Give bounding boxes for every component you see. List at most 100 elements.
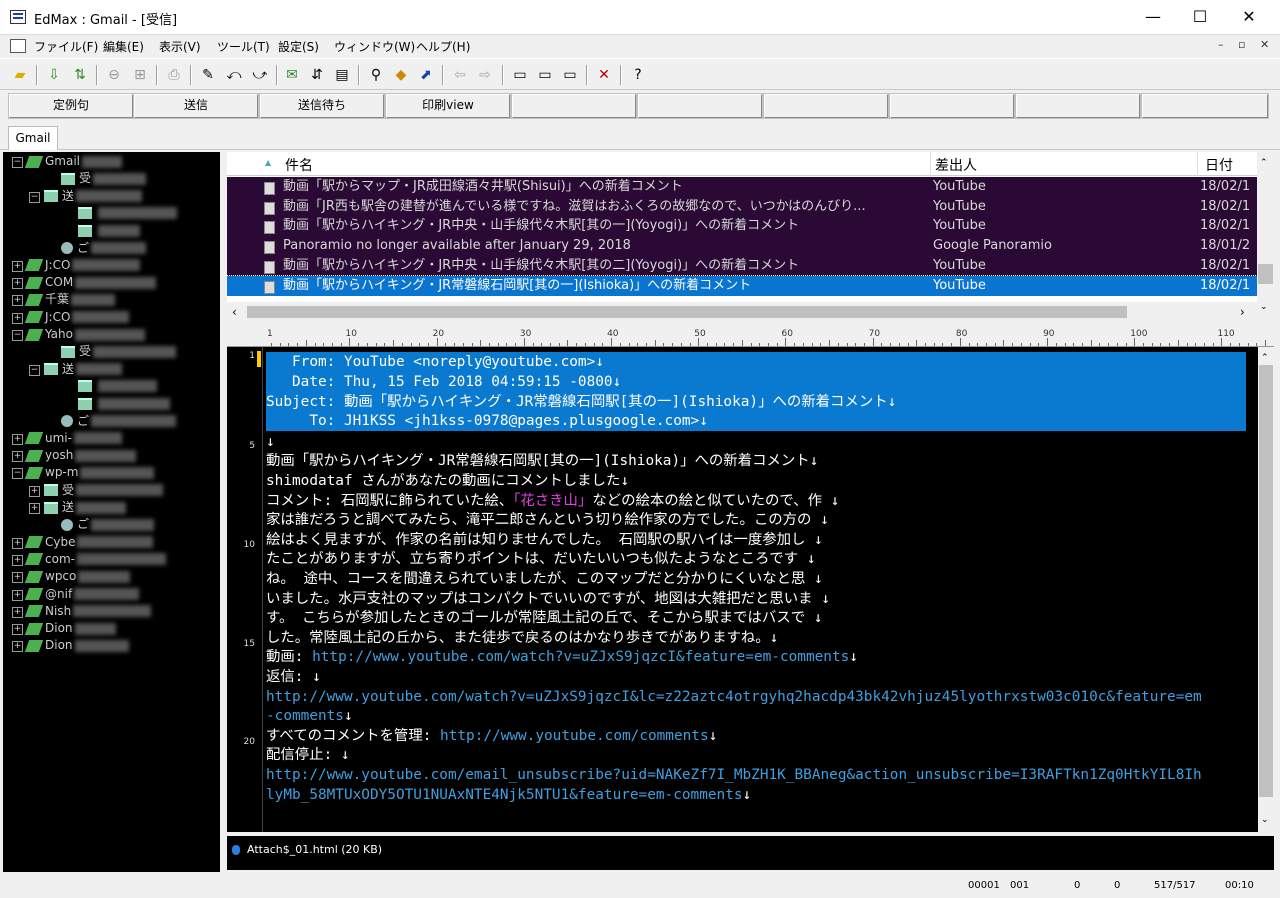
search-icon[interactable]: ⚲ [366, 65, 386, 85]
expander-icon[interactable]: + [12, 572, 23, 584]
expander-icon[interactable]: + [12, 451, 23, 463]
print-view-button[interactable]: 印刷view [385, 93, 511, 119]
tree-item[interactable]: + umi- [3, 430, 122, 447]
sort-icon[interactable]: ⇵ [307, 65, 327, 85]
custom-button-10[interactable] [1141, 93, 1269, 119]
expander-icon[interactable]: + [12, 295, 23, 307]
tree-item[interactable]: + @nif [3, 586, 140, 603]
tree-item[interactable]: + J:CO [3, 309, 130, 326]
app-icon[interactable] [10, 10, 26, 24]
expander-icon[interactable]: + [12, 589, 23, 601]
sort-updown-icon[interactable]: ◆ [391, 65, 411, 85]
expander-icon[interactable]: + [29, 503, 40, 514]
mail-row[interactable]: 動画「駅からハイキング・JR中央・山手線代々木駅[其の二](Yoyogi)」への… [227, 255, 1257, 276]
maximize-button[interactable]: ☐ [1177, 0, 1223, 34]
tree-item[interactable]: − wp-m [3, 464, 155, 481]
tree-item[interactable]: − Gmail [3, 153, 123, 170]
help-icon[interactable]: ? [628, 65, 648, 85]
tree-item[interactable] [3, 378, 157, 395]
tree-item[interactable]: + Dion [3, 620, 116, 637]
send-button[interactable]: 送信 [133, 93, 259, 119]
tree-item[interactable]: ご [3, 413, 177, 430]
tree-item[interactable]: 受 [3, 343, 177, 360]
mail-row[interactable]: 動画「JR西も駅舎の建替が進んでいる様ですね。滋賀はおふくろの故郷なので、いつか… [227, 196, 1257, 217]
scroll-right-icon[interactable]: › [1240, 305, 1245, 319]
menu-tools[interactable]: ツール(T) [217, 38, 270, 55]
next-icon[interactable]: ⇨ [475, 65, 495, 85]
tree-item[interactable]: + 受 [3, 482, 164, 499]
send-receive-icon[interactable]: ⇅ [70, 65, 90, 85]
scroll-down-icon[interactable]: ⌄ [1261, 815, 1269, 825]
forward-icon[interactable]: ⤻ [250, 65, 270, 85]
expander-icon[interactable]: − [12, 157, 23, 168]
mail-row[interactable]: Panoramio no longer available after Janu… [227, 236, 1257, 257]
expander-icon[interactable]: − [12, 468, 23, 480]
custom-button-6[interactable] [637, 93, 763, 119]
list-vertical-scrollbar[interactable]: ⌃ ⌄ [1257, 152, 1274, 322]
layout2-icon[interactable]: ▭ [535, 65, 555, 85]
custom-button-9[interactable] [1015, 93, 1141, 119]
unsubscribe-link-cont[interactable]: lyMb_58MTUxODY5OTU1NUAxNTE4Njk5NTU1 [266, 787, 569, 803]
expander-icon[interactable]: + [12, 537, 23, 549]
delete-icon[interactable]: ✕ [594, 65, 614, 85]
mail-row[interactable]: 動画「駅からハイキング・JR中央・山手線代々木駅[其の一](Yoyogi)」への… [227, 216, 1257, 237]
reply-link-cont[interactable]: -comments [266, 708, 344, 724]
menu-help[interactable]: ヘルプ(H) [416, 38, 470, 55]
move-icon[interactable]: ⬈ [416, 65, 436, 85]
mdi-close-button[interactable]: ✕ [1260, 38, 1269, 51]
column-subject[interactable]: 件名 [285, 155, 313, 175]
address-book-icon[interactable]: ✉ [282, 65, 302, 85]
tree-item[interactable]: + Nish [3, 603, 152, 620]
expander-icon[interactable]: + [12, 641, 23, 653]
expander-icon[interactable]: − [29, 191, 40, 203]
expander-icon[interactable]: + [29, 485, 40, 497]
receive-mail-icon[interactable]: ⇩ [44, 65, 64, 85]
tree-item[interactable]: − Yaho [3, 326, 145, 343]
print-icon[interactable]: ⎙ [164, 65, 184, 85]
custom-button-7[interactable] [763, 93, 889, 119]
new-mail-icon[interactable]: ✎ [198, 65, 218, 85]
tree-item[interactable]: ご [3, 516, 155, 533]
tree-item[interactable]: ご [3, 240, 147, 257]
tree-item[interactable] [3, 395, 170, 412]
mdi-minimize-button[interactable]: – [1218, 38, 1224, 51]
tree-item[interactable]: + wpco [3, 568, 131, 585]
new-folder-icon[interactable]: ▰ [10, 65, 30, 85]
unsubscribe-link[interactable]: http://www.youtube.com/email_unsubscribe… [266, 765, 1202, 785]
tree-item[interactable]: + yosh [3, 447, 137, 464]
expander-icon[interactable]: + [12, 606, 23, 618]
book-icon[interactable]: ▤ [332, 65, 352, 85]
unsubscribe-link-cont[interactable]: &feature=em-comments [569, 787, 742, 803]
custom-button-5[interactable] [511, 93, 637, 119]
tab-gmail[interactable]: Gmail [8, 126, 58, 150]
video-link[interactable]: http://www.youtube.com/watch?v=uZJxS9jqz… [312, 649, 849, 665]
body-vertical-scrollbar[interactable]: ⌃ ⌄ [1258, 347, 1274, 832]
reply-icon[interactable]: ⤺ [224, 65, 244, 85]
tree-item[interactable]: + Dion [3, 637, 129, 654]
expander-icon[interactable]: + [12, 554, 23, 566]
expander-icon[interactable]: + [12, 624, 23, 636]
mdi-child-icon[interactable] [10, 39, 26, 53]
tree-item[interactable]: + COM [3, 274, 157, 291]
tree-item[interactable] [3, 205, 177, 222]
custom-button-8[interactable] [889, 93, 1015, 119]
list-horizontal-scrollbar[interactable]: ‹ › [227, 302, 1257, 322]
stop-icon[interactable]: ⊖ [104, 65, 124, 85]
scroll-thumb[interactable] [1259, 365, 1273, 797]
mail-row[interactable]: 動画「駅からマップ・JR成田線酒々井駅(Shisui)」への新着コメント YouT… [227, 177, 1257, 197]
tree-item[interactable]: + 千葉 [3, 291, 116, 308]
comments-link[interactable]: http://www.youtube.com/comments [440, 728, 709, 744]
prev-icon[interactable]: ⇦ [450, 65, 470, 85]
tree-item[interactable]: − 送 [3, 361, 123, 378]
outbox-button[interactable]: 送信待ち [259, 93, 385, 119]
menu-settings[interactable]: 設定(S) [278, 38, 319, 55]
tree-item[interactable]: 受 [3, 170, 147, 187]
expander-icon[interactable]: − [12, 330, 23, 341]
mdi-restore-button[interactable]: ▫ [1238, 38, 1245, 51]
tree-item[interactable]: + Cybe [3, 534, 154, 551]
scroll-down-icon[interactable]: ⌄ [1260, 302, 1268, 312]
close-button[interactable]: ✕ [1226, 0, 1272, 34]
attachment-item[interactable]: Attach$_01.html (20 KB) [247, 843, 382, 856]
scroll-left-icon[interactable]: ‹ [232, 305, 237, 319]
expander-icon[interactable]: + [12, 312, 23, 324]
